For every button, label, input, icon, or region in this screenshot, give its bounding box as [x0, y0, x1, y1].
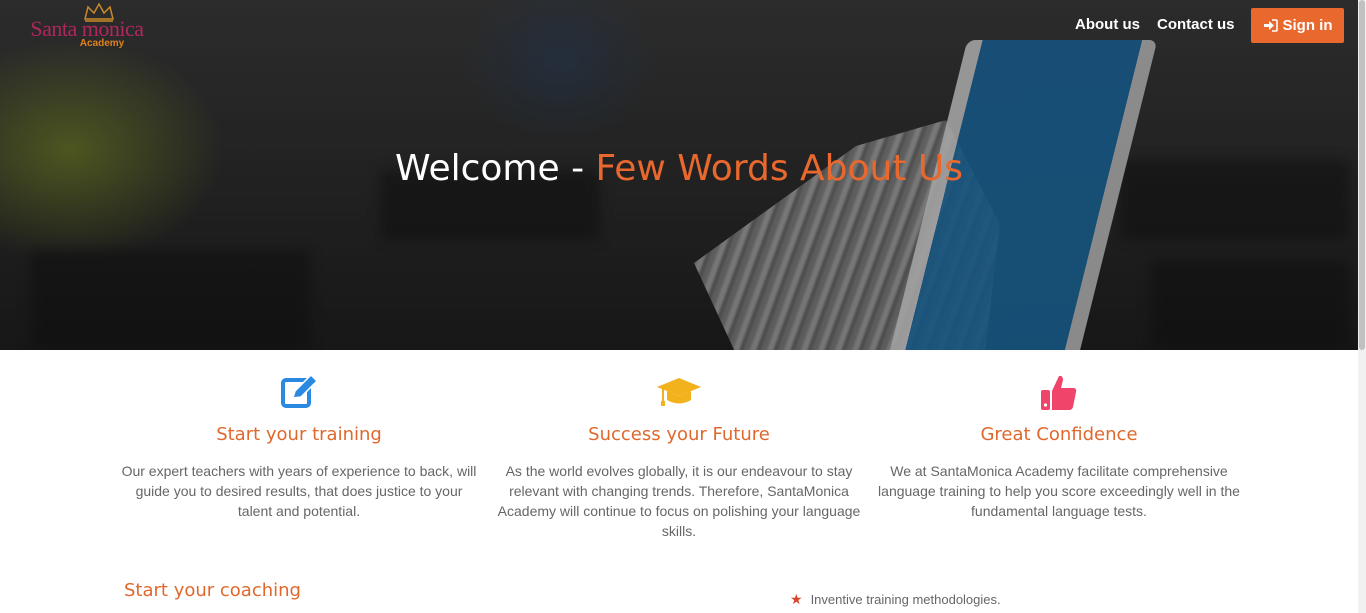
- hero-title: Welcome - Few Words About Us: [0, 148, 1358, 189]
- feature-text: We at SantaMonica Academy facilitate com…: [878, 463, 1240, 519]
- feature-title: Great Confidence: [980, 424, 1138, 445]
- list-item-label: Inventive training methodologies.: [810, 591, 1001, 607]
- hero-title-accent: Few Words About Us: [595, 148, 964, 189]
- feature-confidence: Great Confidence We at SantaMonica Acade…: [869, 372, 1249, 521]
- edit-icon: [281, 373, 319, 408]
- coaching-title: Start your coaching: [124, 580, 301, 601]
- feature-title: Start your training: [216, 424, 382, 445]
- brand-logo[interactable]: Santa monica Academy: [12, 2, 162, 49]
- coaching-bullets: ★ Inventive training methodologies.: [790, 588, 1001, 610]
- signin-button[interactable]: Sign in: [1251, 8, 1344, 43]
- hero-title-start: Welcome -: [394, 148, 596, 189]
- feature-text: Our expert teachers with years of experi…: [121, 463, 477, 519]
- brand-sub: Academy: [79, 38, 125, 49]
- feature-title: Success your Future: [588, 424, 770, 445]
- nav-contact-link[interactable]: Contact us: [1157, 16, 1235, 33]
- nav-about-link[interactable]: About us: [1075, 16, 1140, 33]
- signin-label: Sign in: [1282, 17, 1333, 34]
- feature-future: Success your Future As the world evolves…: [489, 372, 869, 541]
- list-item: ★ Inventive training methodologies.: [790, 588, 1001, 610]
- star-icon: ★: [790, 590, 803, 607]
- hero-banner: Santa monica Academy About us Contact us…: [0, 0, 1358, 350]
- feature-training: Start your training Our expert teachers …: [109, 372, 489, 521]
- thumbs-up-icon: [1041, 375, 1077, 410]
- graduation-cap-icon: [657, 378, 701, 406]
- sign-in-icon: [1263, 19, 1278, 32]
- feature-text: As the world evolves globally, it is our…: [497, 463, 861, 539]
- scrollbar-thumb[interactable]: [1359, 0, 1365, 350]
